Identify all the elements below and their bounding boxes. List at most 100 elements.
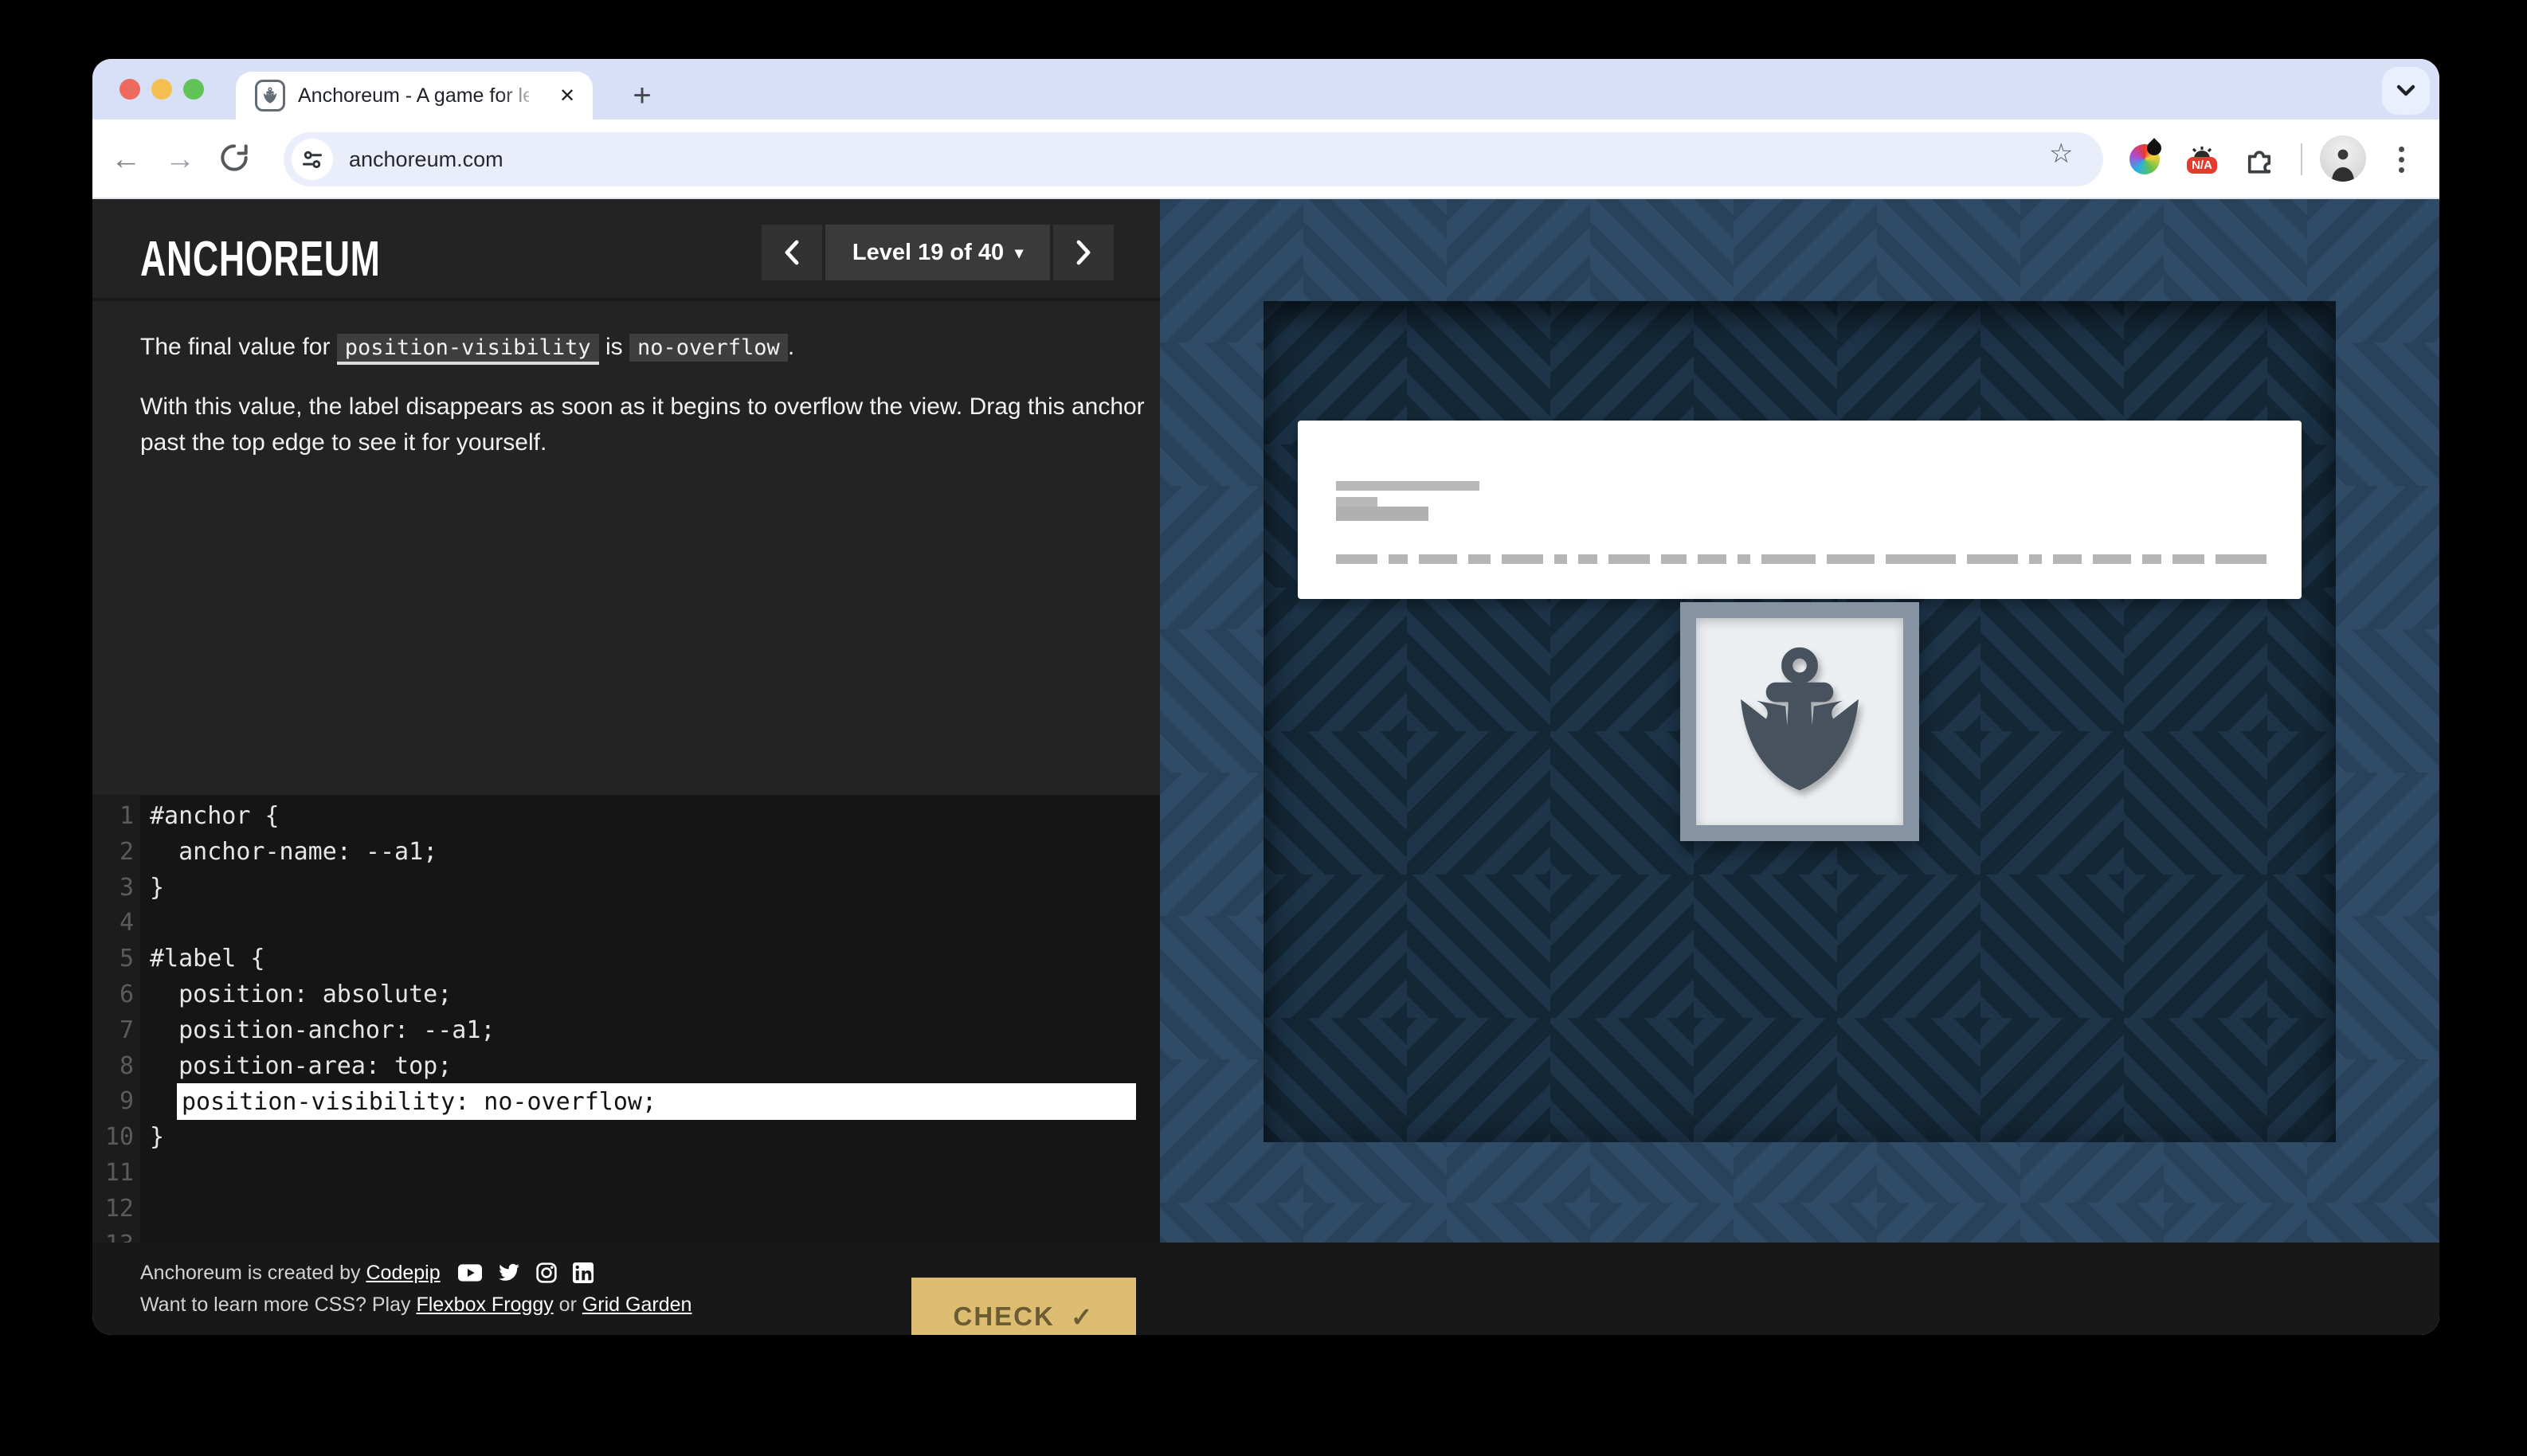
code-line: 6 position: absolute; bbox=[92, 977, 1160, 1013]
anchor-element-face bbox=[1696, 618, 1903, 825]
address-bar[interactable]: anchoreum.com bbox=[284, 132, 2103, 186]
tab-title: Anchoreum - A game for learn bbox=[298, 84, 529, 108]
placeholder-dash bbox=[2216, 554, 2266, 564]
placeholder-bar bbox=[1336, 507, 1428, 521]
url-text[interactable]: anchoreum.com bbox=[349, 147, 503, 172]
browser-menu-kebab-icon[interactable] bbox=[2390, 139, 2412, 180]
close-window-button[interactable] bbox=[119, 79, 140, 100]
code-line: 1 #anchor { bbox=[92, 799, 1160, 835]
placeholder-dash bbox=[2172, 554, 2204, 564]
code-lines: 1 #anchor { 2 anchor-name: --a1; 3 } bbox=[92, 799, 1160, 1243]
p1-prefix: The final value for bbox=[140, 334, 337, 360]
placeholder-dash bbox=[1578, 554, 1597, 564]
new-tab-button[interactable]: + bbox=[621, 75, 663, 116]
flexbox-froggy-link[interactable]: Flexbox Froggy bbox=[416, 1294, 553, 1316]
line-number: 7 bbox=[92, 1013, 134, 1049]
code-editor[interactable]: 1 #anchor { 2 anchor-name: --a1; 3 } bbox=[92, 795, 1160, 1243]
desktop-background: Anchoreum - A game for learn ✕ + ← → bbox=[0, 0, 2527, 1456]
line-number: 2 bbox=[92, 835, 134, 871]
reload-button[interactable] bbox=[217, 140, 252, 182]
colorzilla-extension-icon[interactable] bbox=[2124, 139, 2165, 180]
extensions-puzzle-icon[interactable] bbox=[2239, 139, 2280, 180]
browser-window: Anchoreum - A game for learn ✕ + ← → bbox=[92, 59, 2439, 1335]
footer-learn-more-text: Want to learn more CSS? Play Flexbox Fro… bbox=[140, 1294, 691, 1317]
code-line: 10 } bbox=[92, 1120, 1160, 1156]
twitter-icon[interactable] bbox=[498, 1263, 520, 1282]
tab-close-icon[interactable]: ✕ bbox=[554, 83, 580, 108]
site-footer: Anchoreum is created by Codepip Want to … bbox=[92, 1243, 2439, 1335]
code-line: 7 position-anchor: --a1; bbox=[92, 1013, 1160, 1049]
header-divider bbox=[92, 298, 1160, 301]
placeholder-dash bbox=[1738, 554, 1750, 564]
tab-search-chevron-icon[interactable] bbox=[2382, 67, 2430, 115]
code-text: position-area: top; bbox=[150, 1049, 452, 1085]
maximize-window-button[interactable] bbox=[183, 79, 204, 100]
code-line: 11 bbox=[92, 1156, 1160, 1192]
line-number: 11 bbox=[92, 1156, 134, 1192]
placeholder-bar bbox=[1336, 497, 1377, 507]
tab-title-fade bbox=[500, 78, 542, 113]
site-settings-icon[interactable] bbox=[292, 139, 333, 180]
previous-level-button[interactable] bbox=[762, 225, 822, 280]
placeholder-dash bbox=[1336, 554, 1377, 564]
codepip-link[interactable]: Codepip bbox=[366, 1262, 440, 1284]
code-line: 13 bbox=[92, 1227, 1160, 1243]
check-icon: ✓ bbox=[1071, 1301, 1095, 1333]
placeholder-dash-row bbox=[1336, 554, 2266, 564]
social-icons bbox=[458, 1262, 594, 1283]
check-button[interactable]: CHECK ✓ bbox=[911, 1278, 1136, 1335]
code-line: 3 } bbox=[92, 871, 1160, 906]
placeholder-dash bbox=[1608, 554, 1650, 564]
line-number: 1 bbox=[92, 799, 134, 835]
line-number: 8 bbox=[92, 1049, 134, 1085]
code-text: } bbox=[150, 871, 164, 906]
minimize-window-button[interactable] bbox=[151, 79, 172, 100]
code-line: 2 anchor-name: --a1; bbox=[92, 835, 1160, 871]
youtube-icon[interactable] bbox=[458, 1264, 482, 1282]
level-select-dropdown[interactable]: Level 19 of 40 ▾ bbox=[825, 225, 1050, 280]
placeholder-dash bbox=[1554, 554, 1567, 564]
linkedin-icon[interactable] bbox=[573, 1262, 594, 1283]
code-text: } bbox=[150, 1120, 164, 1156]
code-text: position: absolute; bbox=[150, 977, 452, 1013]
back-button[interactable]: ← bbox=[105, 139, 147, 180]
line-number: 6 bbox=[92, 977, 134, 1013]
css-answer-input[interactable] bbox=[177, 1083, 1136, 1120]
instagram-icon[interactable] bbox=[536, 1262, 557, 1283]
line-number: 13 bbox=[92, 1227, 134, 1243]
placeholder-dash bbox=[1827, 554, 1875, 564]
placeholder-dash bbox=[1468, 554, 1491, 564]
placeholder-text-bars bbox=[1336, 470, 1479, 521]
placeholder-dash bbox=[1761, 554, 1816, 564]
placeholder-dash bbox=[1698, 554, 1726, 564]
placeholder-dash bbox=[2093, 554, 2131, 564]
next-level-button[interactable] bbox=[1053, 225, 1114, 280]
line-number: 5 bbox=[92, 941, 134, 977]
level-navigation: Level 19 of 40 ▾ bbox=[762, 225, 1114, 280]
code-line: 5 #label { bbox=[92, 941, 1160, 977]
placeholder-dash bbox=[1886, 554, 1956, 564]
anchor-favicon-icon bbox=[255, 80, 285, 112]
profile-avatar[interactable] bbox=[2320, 135, 2366, 182]
game-board bbox=[1264, 301, 2336, 1142]
placeholder-bar bbox=[1336, 481, 1479, 491]
code-term-position-visibility[interactable]: position-visibility bbox=[337, 334, 599, 365]
placeholder-dash bbox=[1389, 554, 1408, 564]
extension-with-na-badge-icon[interactable]: N/A bbox=[2181, 139, 2223, 180]
toolbar-divider bbox=[2301, 143, 2302, 175]
instruction-paragraph-2: With this value, the label disappears as… bbox=[140, 389, 1168, 460]
anchor-element[interactable] bbox=[1680, 602, 1919, 841]
code-text: #label { bbox=[150, 941, 265, 977]
code-line: 8 position-area: top; bbox=[92, 1049, 1160, 1085]
code-line: 12 bbox=[92, 1192, 1160, 1227]
grid-garden-link[interactable]: Grid Garden bbox=[582, 1294, 692, 1316]
browser-tab[interactable]: Anchoreum - A game for learn ✕ bbox=[236, 72, 593, 119]
forward-button[interactable]: → bbox=[159, 139, 201, 180]
bookmark-star-icon[interactable]: ☆ bbox=[2049, 140, 2073, 167]
placeholder-dash bbox=[1419, 554, 1457, 564]
line-number: 9 bbox=[92, 1084, 134, 1120]
code-term-no-overflow: no-overflow bbox=[629, 334, 788, 362]
line-number: 4 bbox=[92, 906, 134, 941]
tab-strip: Anchoreum - A game for learn ✕ + bbox=[92, 59, 2439, 119]
check-label: CHECK bbox=[954, 1301, 1055, 1332]
